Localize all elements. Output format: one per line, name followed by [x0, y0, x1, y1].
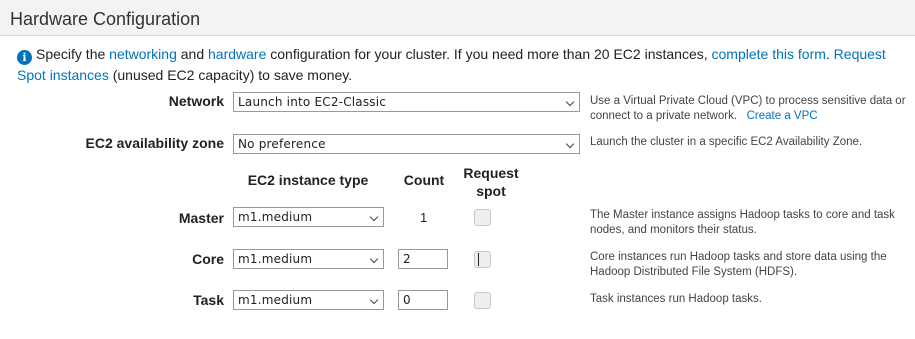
intro-text: i Specify the networking and hardware con… [17, 44, 910, 86]
create-vpc-link[interactable]: Create a VPC [747, 110, 818, 122]
info-icon: i [17, 50, 32, 65]
task-instance-type-value: m1.medium [238, 293, 313, 307]
count-header: Count [403, 172, 445, 188]
task-spot-checkbox[interactable] [474, 292, 491, 309]
core-help: Core instances run Hadoop tasks and stor… [590, 251, 887, 278]
text-cursor [478, 253, 479, 266]
task-label: Task [193, 292, 224, 308]
master-count: 1 [420, 210, 428, 225]
zone-select[interactable]: No preference [233, 134, 580, 154]
master-label: Master [178, 210, 224, 226]
instance-type-header: EC2 instance type [247, 172, 369, 188]
task-count-input[interactable]: 0 [398, 290, 448, 310]
zone-help: Launch the cluster in a specific EC2 Ava… [590, 136, 863, 148]
network-label: Network [168, 93, 224, 109]
chevron-down-icon [369, 254, 379, 264]
request-spot-header: Request spot [463, 165, 519, 199]
intro-text-3: configuration for your cluster. If you n… [266, 46, 712, 62]
master-help: The Master instance assigns Hadoop tasks… [590, 209, 895, 236]
network-help: Use a Virtual Private Cloud (VPC) to pro… [590, 94, 908, 124]
complete-form-link[interactable]: complete this form [712, 46, 826, 62]
intro-text-1: Specify the [36, 46, 110, 62]
master-instance-type-value: m1.medium [238, 210, 313, 224]
master-spot-checkbox[interactable] [474, 209, 491, 226]
intro-text-4: . [825, 46, 834, 62]
hardware-link[interactable]: hardware [208, 46, 266, 62]
core-spot-checkbox[interactable] [474, 251, 491, 268]
core-count-input[interactable]: 2 [398, 249, 448, 269]
master-instance-type-select[interactable]: m1.medium [233, 207, 384, 227]
core-instance-type-select[interactable]: m1.medium [233, 249, 384, 269]
core-instance-type-value: m1.medium [238, 252, 313, 266]
section-title: Hardware Configuration [0, 0, 915, 36]
networking-link[interactable]: networking [109, 46, 177, 62]
chevron-down-icon [565, 139, 575, 149]
task-help: Task instances run Hadoop tasks. [590, 293, 762, 305]
intro-text-2: and [176, 46, 208, 62]
intro-text-5: (unused EC2 capacity) to save money. [108, 67, 353, 83]
network-select-value: Launch into EC2-Classic [238, 95, 387, 109]
network-select[interactable]: Launch into EC2-Classic [233, 92, 580, 112]
chevron-down-icon [369, 295, 379, 305]
chevron-down-icon [369, 212, 379, 222]
zone-select-value: No preference [238, 137, 326, 151]
task-instance-type-select[interactable]: m1.medium [233, 290, 384, 310]
core-label: Core [192, 251, 224, 267]
chevron-down-icon [565, 97, 575, 107]
zone-label: EC2 availability zone [85, 135, 225, 151]
